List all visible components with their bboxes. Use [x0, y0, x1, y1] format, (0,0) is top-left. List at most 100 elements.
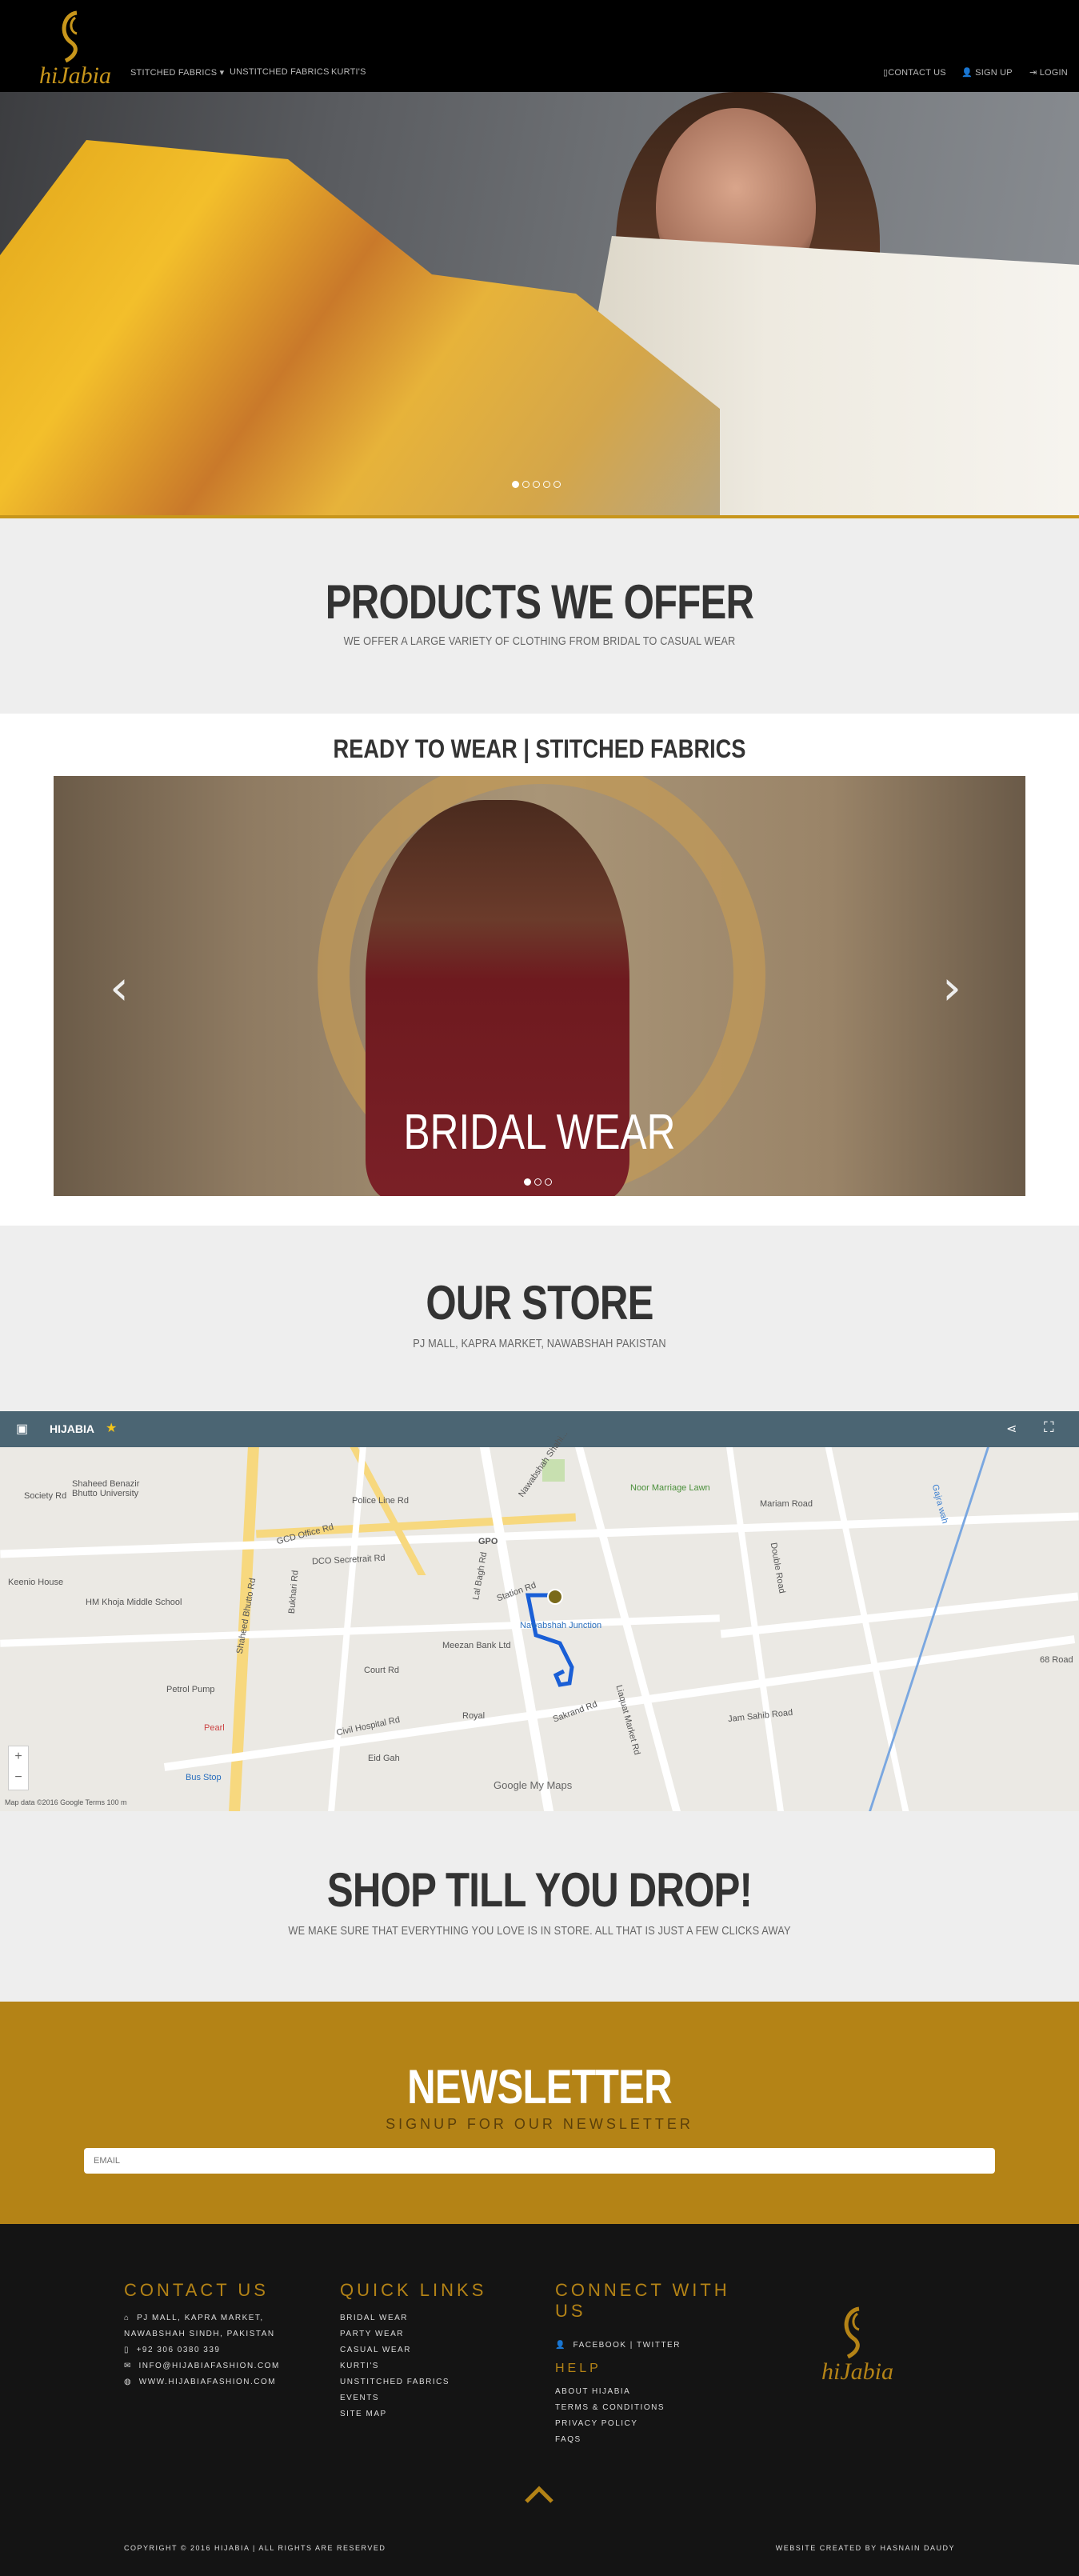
nav-login[interactable]: ⇥ LOGIN — [1029, 67, 1068, 78]
map-label: Shaheed Benazir Bhutto University — [72, 1479, 140, 1498]
newsletter-subtitle: SIGNUP FOR OUR NEWSLETTER — [386, 2116, 693, 2132]
map-zoom-controls: + − — [8, 1746, 29, 1790]
footer-logo: hiJabia — [821, 2306, 893, 2382]
home-icon: ⌂ — [124, 2314, 130, 2322]
map-label: Royal — [462, 1711, 486, 1721]
help-link[interactable]: FAQS — [555, 2432, 665, 2448]
user-icon: 👤 — [961, 68, 973, 78]
map-label: Eid Gah — [368, 1754, 400, 1763]
quick-link[interactable]: UNSTITCHED FABRICS — [340, 2374, 450, 2390]
help-link[interactable]: ABOUT HIJABIA — [555, 2384, 665, 2400]
products-title: PRODUCTS WE OFFER — [325, 575, 754, 629]
hero-fabric — [0, 140, 720, 518]
hijabia-logo[interactable]: hiJabia — [27, 6, 123, 86]
carousel-caption: BRIDAL WEAR — [403, 1105, 676, 1160]
map-header-bar: ▣ HIJABIA ★ ⋖ ⛶ — [0, 1411, 1079, 1447]
quick-link[interactable]: PARTY WEAR — [340, 2326, 450, 2342]
products-section: PRODUCTS WE OFFER WE OFFER A LARGE VARIE… — [0, 522, 1079, 714]
star-icon[interactable]: ★ — [106, 1420, 117, 1436]
map-label: HM Khoja Middle School — [86, 1598, 182, 1607]
shop-section: SHOP TILL YOU DROP! WE MAKE SURE THAT EV… — [0, 1811, 1079, 2002]
hero-dot[interactable] — [533, 481, 540, 488]
newsletter-title: NEWSLETTER — [407, 2060, 673, 2114]
quick-link[interactable]: SITE MAP — [340, 2406, 450, 2422]
bridal-carousel[interactable]: ‹ › BRIDAL WEAR — [54, 776, 1025, 1196]
map-label: Bus Stop — [186, 1773, 222, 1782]
shop-subtitle: WE MAKE SURE THAT EVERYTHING YOU LOVE IS… — [288, 1924, 791, 1938]
zoom-in-button[interactable]: + — [9, 1746, 28, 1767]
globe-icon: ◍ — [124, 2378, 133, 2386]
nav-kurtis[interactable]: KURTI'S — [331, 67, 366, 77]
newsletter-email-input[interactable] — [84, 2148, 995, 2174]
carousel-next-button[interactable]: › — [942, 960, 961, 1016]
carousel-pagination — [524, 1178, 552, 1186]
map-label: Court Rd — [364, 1666, 400, 1675]
footer-quick-links-title: QUICK LINKS — [340, 2280, 487, 2300]
carousel-dot[interactable] — [524, 1178, 531, 1186]
social-links[interactable]: FACEBOOK | TWITTER — [573, 2341, 681, 2350]
credit-text[interactable]: WEBSITE CREATED BY HASNAIN DAUDY — [776, 2544, 955, 2552]
address-line: PJ MALL, KAPRA MARKET, — [137, 2314, 264, 2322]
svg-text:hiJabia: hiJabia — [39, 62, 111, 86]
ready-to-wear-title: READY TO WEAR | STITCHED FABRICS — [333, 734, 746, 763]
quick-link[interactable]: EVENTS — [340, 2390, 450, 2406]
map-route — [525, 1593, 574, 1687]
map-label: Noor Marriage Lawn — [630, 1483, 710, 1493]
email-icon: ✉ — [124, 2362, 132, 2370]
quick-link[interactable]: KURTI'S — [340, 2358, 450, 2374]
map-label: Double Road — [768, 1542, 787, 1594]
footer-help-title: HELP — [555, 2362, 601, 2375]
store-title: OUR STORE — [426, 1276, 653, 1330]
shop-title: SHOP TILL YOU DROP! — [326, 1863, 753, 1917]
nav-contact-us[interactable]: ▯CONTACT US — [883, 67, 946, 78]
hero-dot[interactable] — [522, 481, 530, 488]
phone-number[interactable]: +92 306 0380 339 — [137, 2346, 221, 2354]
nav-sign-up[interactable]: 👤 SIGN UP — [961, 67, 1013, 78]
map-label: Pearl — [204, 1723, 225, 1733]
store-section: OUR STORE PJ MALL, KAPRA MARKET, NAWABSH… — [0, 1226, 1079, 1411]
login-icon: ⇥ — [1029, 68, 1037, 78]
phone-icon: ▯ — [124, 2346, 130, 2354]
footer-quick-links: BRIDAL WEAR PARTY WEAR CASUAL WEAR KURTI… — [340, 2310, 450, 2422]
carousel-dot[interactable] — [534, 1178, 541, 1186]
hero-gold-divider — [0, 515, 1079, 518]
fullscreen-icon[interactable]: ⛶ — [1044, 1419, 1054, 1436]
help-link[interactable]: PRIVACY POLICY — [555, 2416, 665, 2432]
top-navbar: hiJabia STITCHED FABRICS ▾ UNSTITCHED FA… — [0, 0, 1079, 92]
nav-unstitched-fabrics[interactable]: UNSTITCHED FABRICS — [230, 67, 330, 77]
products-subtitle: WE OFFER A LARGE VARIETY OF CLOTHING FRO… — [343, 634, 736, 648]
website-link[interactable]: WWW.HIJABIAFASHION.COM — [139, 2378, 276, 2386]
quick-link[interactable]: BRIDAL WEAR — [340, 2310, 450, 2326]
store-pin-icon[interactable] — [547, 1589, 563, 1605]
share-icon[interactable]: ⋖ — [1006, 1421, 1017, 1437]
nav-stitched-fabrics[interactable]: STITCHED FABRICS ▾ — [130, 67, 224, 78]
footer-help-links: ABOUT HIJABIA TERMS & CONDITIONS PRIVACY… — [555, 2384, 665, 2448]
map-canal — [869, 1447, 989, 1811]
carousel-prev-button[interactable]: ‹ — [110, 960, 129, 1016]
copyright-text: COPYRIGHT © 2016 HIJABIA | ALL RIGHTS AR… — [124, 2544, 386, 2552]
hero-dot[interactable] — [553, 481, 561, 488]
map-label: DCO Secretrait Rd — [311, 1553, 386, 1567]
map-attribution[interactable]: Map data ©2016 Google Terms 100 m — [5, 1798, 127, 1806]
hero-slider[interactable] — [0, 92, 1079, 518]
help-link[interactable]: TERMS & CONDITIONS — [555, 2400, 665, 2416]
back-to-top-icon[interactable] — [523, 2484, 555, 2505]
map-label: Nawabshah Junction — [520, 1621, 602, 1630]
address-line: NAWABSHAH SINDH, PAKISTAN — [124, 2330, 275, 2338]
quick-link[interactable]: CASUAL WEAR — [340, 2342, 450, 2358]
google-my-maps-logo: Google My Maps — [494, 1779, 573, 1791]
hero-dot[interactable] — [512, 481, 519, 488]
user-icon: 👤 — [555, 2341, 566, 2350]
carousel-dot[interactable] — [545, 1178, 552, 1186]
hero-dot[interactable] — [543, 481, 550, 488]
zoom-out-button[interactable]: − — [9, 1767, 28, 1788]
email-link[interactable]: INFO@HIJABIAFASHION.COM — [138, 2362, 279, 2370]
map-label: Police Line Rd — [352, 1496, 409, 1506]
map-road — [825, 1447, 909, 1811]
map-label: GPO — [478, 1537, 498, 1546]
map-sidebar-icon[interactable]: ▣ — [16, 1421, 28, 1437]
store-map[interactable]: ▣ HIJABIA ★ ⋖ ⛶ Shaheed Benazir Bhutto U… — [0, 1411, 1079, 1811]
map-road — [0, 1614, 720, 1647]
map-label: Lal Bagh Rd — [471, 1551, 490, 1601]
site-footer: CONTACT US ⌂ PJ MALL, KAPRA MARKET, NAWA… — [0, 2224, 1079, 2576]
